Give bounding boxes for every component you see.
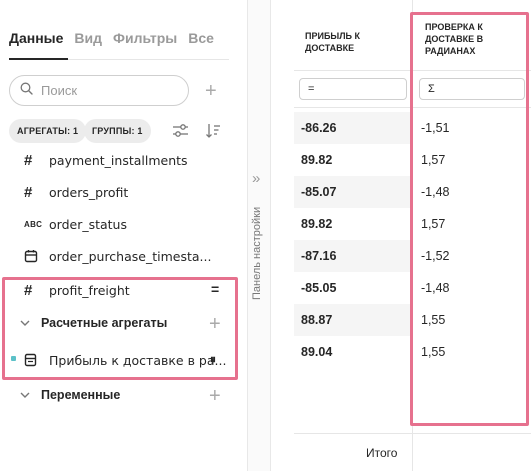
data-table: ПРИБЫЛЬ К ДОСТАВКЕ ПРОВЕРКА К ДОСТАВКЕ В…: [294, 0, 531, 471]
add-variable-button[interactable]: +: [209, 386, 221, 406]
search-input[interactable]: [41, 83, 161, 98]
group-variables[interactable]: Переменные: [19, 388, 120, 402]
used-indicator-dot: [11, 356, 16, 361]
cell-profit[interactable]: -86.26: [301, 112, 336, 144]
cell-profit[interactable]: -85.05: [301, 272, 336, 304]
aggregates-chip[interactable]: АГРЕГАТЫ: 1: [9, 119, 87, 143]
string-type-icon: ABC: [24, 219, 43, 229]
filter-equals-icon: =: [308, 83, 315, 95]
groups-chip[interactable]: ГРУППЫ: 1: [84, 119, 151, 143]
calendar-icon: [24, 249, 44, 263]
field-order-status[interactable]: ABC order_status: [24, 214, 127, 234]
cell-profit[interactable]: -87.16: [301, 240, 336, 272]
footer-divider: [294, 433, 531, 434]
field-label: payment_installments: [49, 152, 188, 168]
settings-panel-label: Панель настройки: [251, 206, 263, 300]
highlight-frame-column: [410, 12, 529, 426]
cell-profit[interactable]: 89.04: [301, 336, 332, 368]
field-label: Прибыль к доставке в ра...: [49, 352, 227, 368]
cell-profit[interactable]: -85.07: [301, 176, 336, 208]
calculated-field-icon: [24, 353, 44, 367]
tab-view[interactable]: Вид: [74, 30, 102, 46]
cell-profit[interactable]: 89.82: [301, 208, 332, 240]
field-payment-installments[interactable]: # payment_installments: [24, 150, 188, 170]
dimension-tag-icon: =: [211, 281, 220, 297]
chevron-down-icon: [20, 392, 30, 398]
number-type-icon: #: [24, 281, 33, 299]
column-filter-profit[interactable]: =: [299, 78, 407, 100]
total-row-label: Итого: [366, 446, 398, 460]
field-label: order_status: [49, 216, 127, 232]
add-field-button[interactable]: +: [205, 81, 217, 101]
field-profit-to-freight-radians[interactable]: Прибыль к доставке в ра...: [24, 350, 226, 370]
chevron-down-icon: [20, 320, 30, 326]
tab-data[interactable]: Данные: [9, 30, 63, 46]
settings-sliders-icon[interactable]: [172, 123, 189, 143]
tab-all[interactable]: Все: [188, 30, 214, 46]
field-label: order_purchase_timesta...: [49, 248, 212, 264]
group-calculated-aggregates[interactable]: Расчетные агрегаты: [19, 316, 167, 330]
cell-profit[interactable]: 89.82: [301, 144, 332, 176]
search-field[interactable]: [9, 75, 189, 106]
field-profit-freight[interactable]: # profit_freight: [24, 280, 130, 300]
tab-filters[interactable]: Фильтры: [113, 30, 177, 46]
cell-profit[interactable]: 88.87: [301, 304, 332, 336]
group-label: Расчетные агрегаты: [41, 316, 168, 330]
field-order-purchase-timestamp[interactable]: order_purchase_timesta...: [24, 246, 211, 266]
active-tab-indicator: [9, 58, 68, 60]
number-type-icon: #: [24, 183, 33, 201]
field-orders-profit[interactable]: # orders_profit: [24, 182, 128, 202]
number-type-icon: #: [24, 151, 33, 169]
field-label: profit_freight: [49, 282, 130, 298]
field-label: orders_profit: [49, 184, 129, 200]
panel-tabs: Данные Вид Фильтры Все: [9, 30, 214, 46]
column-header-profit[interactable]: ПРИБЫЛЬ К ДОСТАВКЕ: [305, 30, 405, 54]
sort-icon[interactable]: [205, 123, 221, 143]
group-label: Переменные: [41, 388, 121, 402]
add-calculated-aggregate-button[interactable]: +: [209, 314, 221, 334]
data-panel: Данные Вид Фильтры Все + АГРЕГАТЫ: 1 ГРУ…: [0, 0, 247, 471]
settings-panel-strip[interactable]: » Панель настройки: [247, 0, 271, 471]
measure-tag-icon: ⏸: [210, 352, 217, 366]
expand-panel-icon[interactable]: »: [252, 170, 260, 187]
search-icon: [20, 82, 33, 100]
